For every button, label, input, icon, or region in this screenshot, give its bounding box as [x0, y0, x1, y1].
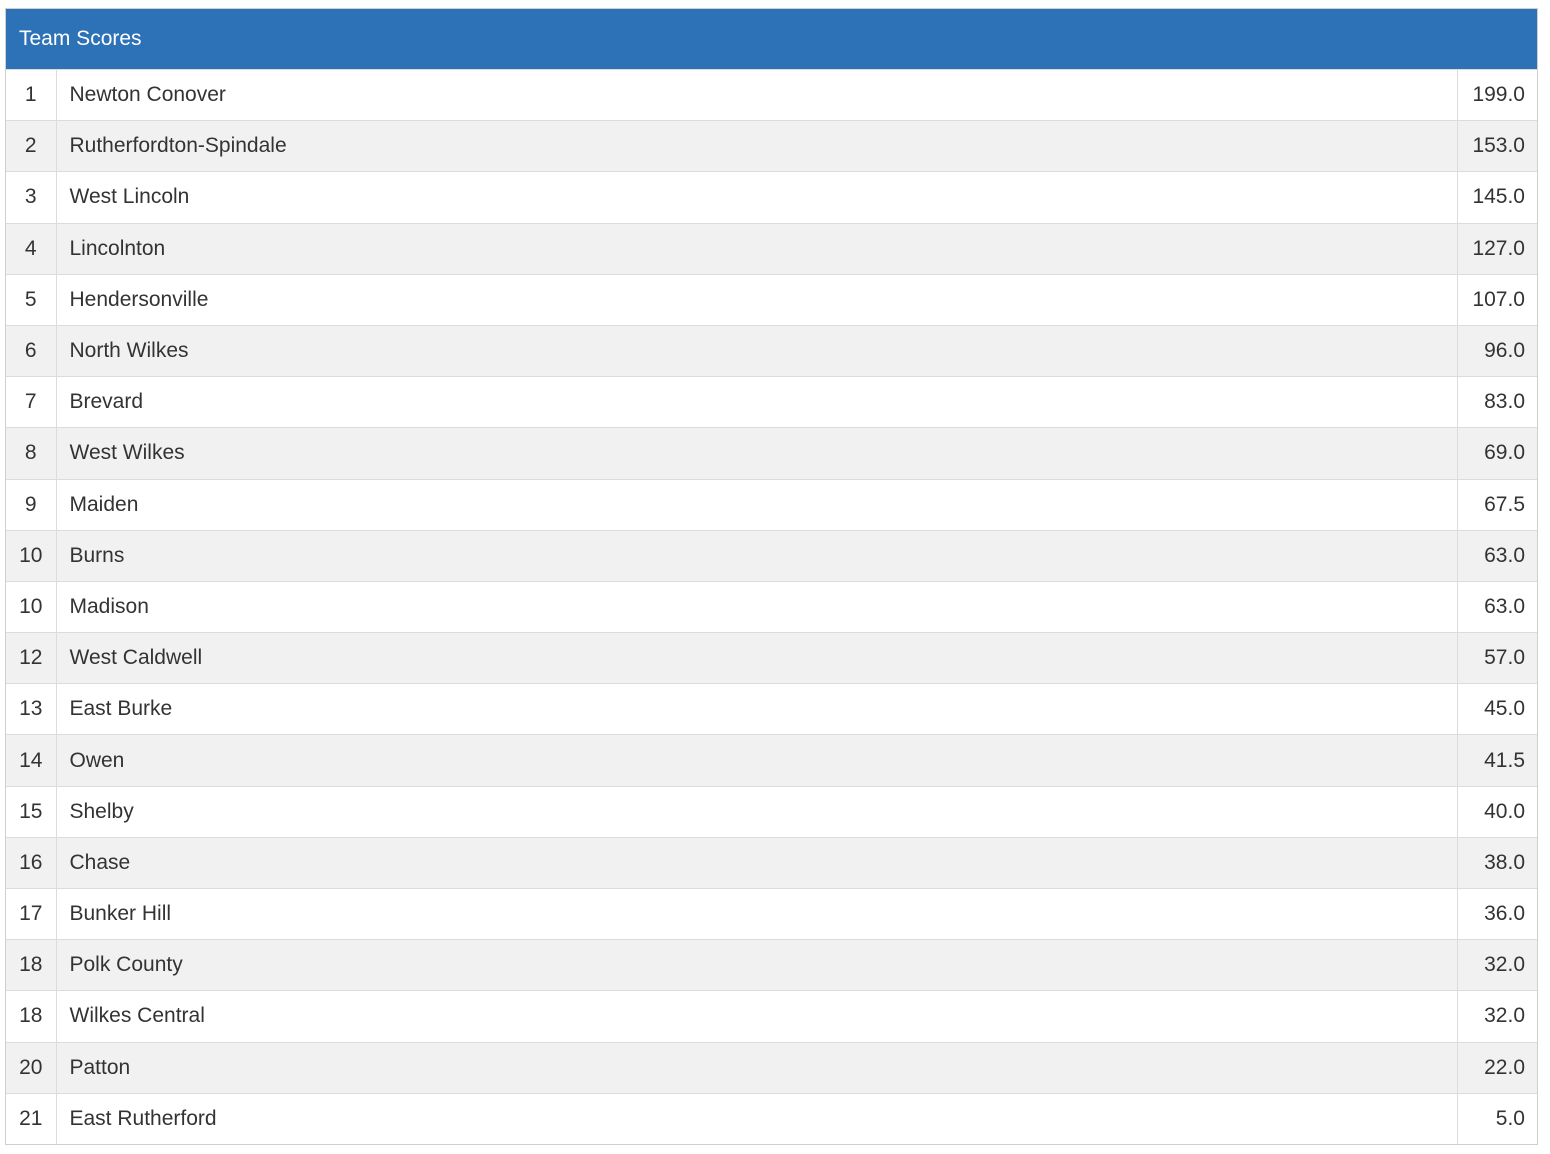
- rank-cell: 17: [6, 887, 57, 940]
- score-cell: 22.0: [1457, 1041, 1537, 1094]
- table-row: 3 West Lincoln 145.0: [6, 171, 1537, 224]
- team-name-cell: Polk County: [56, 939, 1458, 991]
- team-scores-body: 1 Newton Conover 199.0 2 Rutherfordton-S…: [6, 68, 1537, 1145]
- table-row: 14 Owen 41.5: [6, 734, 1537, 787]
- rank-cell: 1: [6, 68, 57, 121]
- score-cell: 96.0: [1457, 324, 1537, 377]
- score-cell: 127.0: [1457, 222, 1537, 275]
- team-name-cell: East Burke: [56, 683, 1458, 735]
- score-cell: 38.0: [1457, 836, 1537, 889]
- team-name-cell: Madison: [56, 580, 1458, 633]
- rank-cell: 13: [6, 683, 57, 735]
- score-cell: 199.0: [1457, 68, 1537, 121]
- rank-cell: 16: [6, 836, 57, 889]
- score-cell: 63.0: [1457, 580, 1537, 633]
- rank-cell: 15: [6, 785, 57, 838]
- rank-cell: 8: [6, 427, 57, 479]
- team-name-cell: North Wilkes: [56, 324, 1458, 377]
- team-name-cell: West Wilkes: [56, 427, 1458, 479]
- rank-cell: 10: [6, 580, 57, 633]
- rank-cell: 14: [6, 734, 57, 787]
- score-cell: 57.0: [1457, 632, 1537, 684]
- team-name-cell: Brevard: [56, 376, 1458, 428]
- rank-cell: 21: [6, 1092, 57, 1145]
- table-row: 4 Lincolnton 127.0: [6, 222, 1537, 275]
- score-cell: 107.0: [1457, 273, 1537, 326]
- score-cell: 45.0: [1457, 683, 1537, 735]
- table-row: 10 Burns 63.0: [6, 529, 1537, 582]
- table-row: 7 Brevard 83.0: [6, 376, 1537, 428]
- table-row: 20 Patton 22.0: [6, 1041, 1537, 1094]
- table-row: 16 Chase 38.0: [6, 836, 1537, 889]
- team-name-cell: Wilkes Central: [56, 990, 1458, 1043]
- team-name-cell: Bunker Hill: [56, 887, 1458, 940]
- panel-title: Team Scores: [6, 9, 1537, 69]
- team-name-cell: Maiden: [56, 478, 1458, 531]
- table-row: 13 East Burke 45.0: [6, 683, 1537, 735]
- team-name-cell: Burns: [56, 529, 1458, 582]
- table-row: 21 East Rutherford 5.0: [6, 1092, 1537, 1145]
- score-cell: 63.0: [1457, 529, 1537, 582]
- team-name-cell: Lincolnton: [56, 222, 1458, 275]
- table-row: 1 Newton Conover 199.0: [6, 68, 1537, 121]
- team-name-cell: West Caldwell: [56, 632, 1458, 684]
- table-row: 18 Wilkes Central 32.0: [6, 990, 1537, 1043]
- score-cell: 41.5: [1457, 734, 1537, 787]
- table-row: 15 Shelby 40.0: [6, 785, 1537, 838]
- rank-cell: 2: [6, 120, 57, 172]
- table-row: 17 Bunker Hill 36.0: [6, 887, 1537, 940]
- team-name-cell: East Rutherford: [56, 1092, 1458, 1145]
- team-name-cell: Hendersonville: [56, 273, 1458, 326]
- team-name-cell: Patton: [56, 1041, 1458, 1094]
- table-row: 12 West Caldwell 57.0: [6, 632, 1537, 684]
- team-scores-table: 1 Newton Conover 199.0 2 Rutherfordton-S…: [6, 68, 1537, 1145]
- rank-cell: 18: [6, 990, 57, 1043]
- rank-cell: 10: [6, 529, 57, 582]
- rank-cell: 9: [6, 478, 57, 531]
- rank-cell: 4: [6, 222, 57, 275]
- score-cell: 69.0: [1457, 427, 1537, 479]
- rank-cell: 3: [6, 171, 57, 224]
- score-cell: 32.0: [1457, 939, 1537, 991]
- table-row: 10 Madison 63.0: [6, 580, 1537, 633]
- score-cell: 83.0: [1457, 376, 1537, 428]
- score-cell: 153.0: [1457, 120, 1537, 172]
- score-cell: 145.0: [1457, 171, 1537, 224]
- team-name-cell: Rutherfordton-Spindale: [56, 120, 1458, 172]
- rank-cell: 12: [6, 632, 57, 684]
- table-row: 6 North Wilkes 96.0: [6, 324, 1537, 377]
- score-cell: 40.0: [1457, 785, 1537, 838]
- rank-cell: 20: [6, 1041, 57, 1094]
- team-name-cell: Shelby: [56, 785, 1458, 838]
- team-name-cell: Chase: [56, 836, 1458, 889]
- team-name-cell: Owen: [56, 734, 1458, 787]
- score-cell: 32.0: [1457, 990, 1537, 1043]
- score-cell: 36.0: [1457, 887, 1537, 940]
- team-name-cell: Newton Conover: [56, 68, 1458, 121]
- score-cell: 5.0: [1457, 1092, 1537, 1145]
- table-row: 2 Rutherfordton-Spindale 153.0: [6, 120, 1537, 172]
- table-row: 8 West Wilkes 69.0: [6, 427, 1537, 479]
- table-row: 5 Hendersonville 107.0: [6, 273, 1537, 326]
- rank-cell: 6: [6, 324, 57, 377]
- team-name-cell: West Lincoln: [56, 171, 1458, 224]
- score-cell: 67.5: [1457, 478, 1537, 531]
- team-scores-panel: Team Scores 1 Newton Conover 199.0 2 Rut…: [5, 8, 1538, 1146]
- table-row: 9 Maiden 67.5: [6, 478, 1537, 531]
- rank-cell: 7: [6, 376, 57, 428]
- table-row: 18 Polk County 32.0: [6, 939, 1537, 991]
- rank-cell: 18: [6, 939, 57, 991]
- rank-cell: 5: [6, 273, 57, 326]
